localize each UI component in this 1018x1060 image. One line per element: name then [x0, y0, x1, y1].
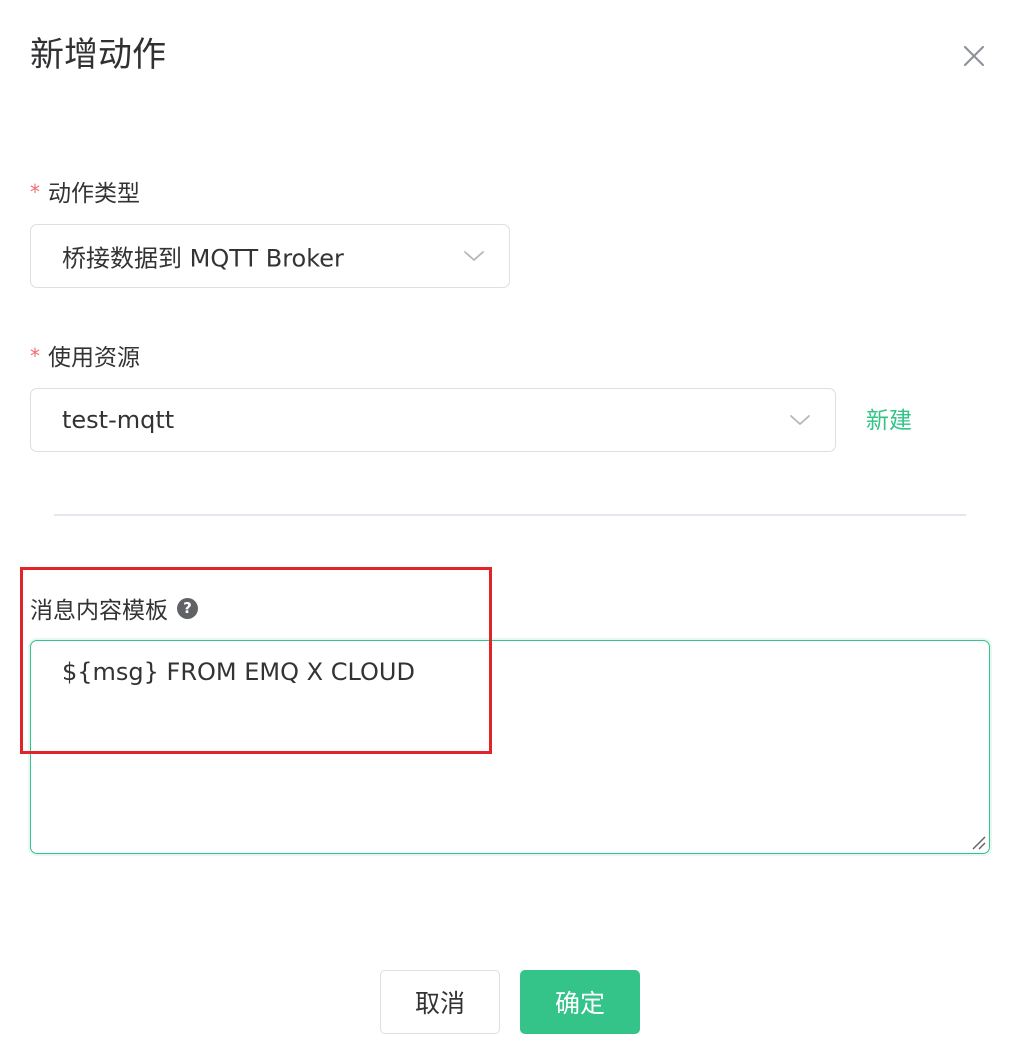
chevron-down-icon: [789, 413, 811, 427]
resource-select[interactable]: test-mqtt: [30, 388, 836, 452]
dialog-title: 新增动作: [30, 35, 166, 75]
action-type-label-text: 动作类型: [48, 181, 140, 207]
required-mark: *: [30, 344, 40, 368]
divider: [54, 514, 966, 516]
action-type-value: 桥接数据到 MQTT Broker: [62, 244, 344, 273]
action-type-select[interactable]: 桥接数据到 MQTT Broker: [30, 224, 510, 288]
payload-template-label-text: 消息内容模板: [30, 598, 168, 624]
resource-label: * 使用资源: [30, 341, 140, 373]
question-circle-icon[interactable]: ?: [177, 597, 198, 619]
chevron-down-icon: [463, 249, 485, 263]
cancel-button[interactable]: 取消: [380, 970, 500, 1034]
payload-template-textarea[interactable]: [30, 640, 990, 854]
payload-template-label: 消息内容模板 ?: [30, 593, 198, 624]
new-resource-link[interactable]: 新建: [866, 406, 912, 436]
resource-value: test-mqtt: [62, 406, 175, 434]
action-type-label: * 动作类型: [30, 177, 140, 209]
close-icon[interactable]: [956, 38, 992, 74]
resource-label-text: 使用资源: [48, 345, 140, 371]
required-mark: *: [30, 180, 40, 204]
confirm-button[interactable]: 确定: [520, 970, 640, 1034]
add-action-dialog: 新增动作 * 动作类型 桥接数据到 MQTT Broker * 使用资源 test-…: [0, 0, 1018, 1060]
resize-handle-icon[interactable]: [970, 834, 986, 850]
